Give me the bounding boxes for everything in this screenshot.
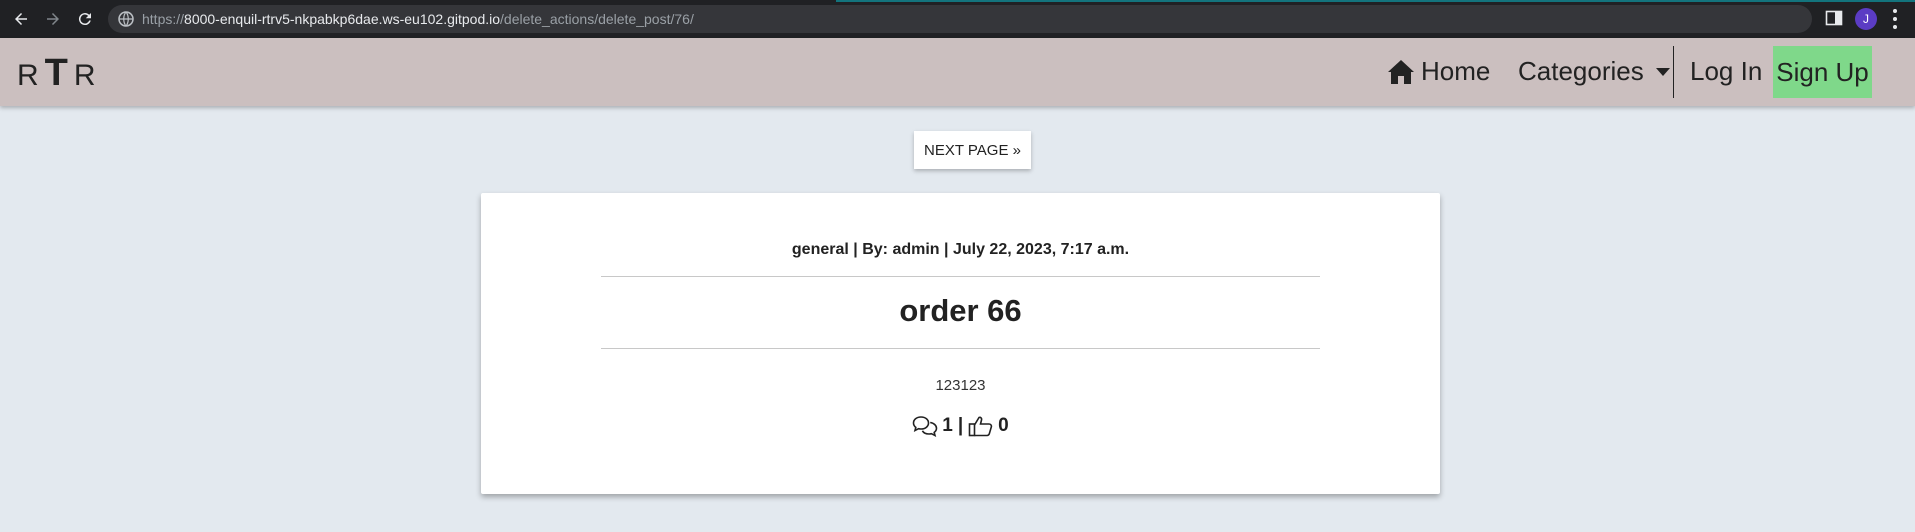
post-card[interactable]: general | By: admin | July 22, 2023, 7:1… [481,193,1440,494]
meta-separator: | [853,241,858,258]
post-title[interactable]: order 66 [481,293,1440,329]
brand-letter-middle: T [44,52,68,94]
post-stats: 1 | 0 [481,415,1440,437]
loading-bar [836,0,1915,2]
nav-categories-label: Categories [1518,56,1644,86]
menu-dots-icon[interactable] [1888,9,1902,29]
forward-arrow-icon [47,13,59,25]
nav-signup-button[interactable]: Sign Up [1773,46,1872,98]
site-navbar: R T R Home Categories Log In Sign Up [0,38,1915,106]
likes-count: 0 [998,415,1009,436]
brand-letter-left: R [17,59,39,92]
chevron-down-icon [1655,67,1670,76]
url-scheme: https:// [142,11,185,27]
back-arrow-icon [15,13,27,25]
nav-home-label: Home [1421,56,1491,86]
back-button[interactable] [9,7,33,31]
comments-icon [912,416,938,437]
stats-separator: | [957,415,964,436]
url-path: /delete_actions/delete_post/76/ [500,11,694,27]
post-date: July 22, 2023, 7:17 a.m. [952,241,1130,258]
nav-categories-dropdown[interactable]: Categories [1518,56,1670,87]
post-author: admin [892,241,940,258]
address-bar[interactable]: https://8000-enquil-rtrv5-nkpabkp6dae.ws… [108,5,1812,33]
post-author-prefix: By: [862,241,888,258]
thumbs-up-icon[interactable] [968,415,994,437]
nav-login-link[interactable]: Log In [1690,56,1762,87]
site-info-icon[interactable] [118,11,134,27]
divider-bottom [601,348,1320,349]
nav-divider [1673,46,1674,98]
divider-top [601,276,1320,277]
browser-toolbar: https://8000-enquil-rtrv5-nkpabkp6dae.ws… [0,0,1915,38]
side-panel-icon[interactable] [1825,9,1843,27]
comments-count: 1 [942,415,953,436]
reload-button[interactable] [73,7,97,31]
forward-button[interactable] [41,7,65,31]
home-icon [1388,59,1414,84]
meta-separator: | [944,241,949,258]
brand-logo[interactable]: R T R [17,52,96,94]
url-host: 8000-enquil-rtrv5-nkpabkp6dae.ws-eu102.g… [184,11,501,27]
brand-letter-right: R [73,59,96,92]
profile-avatar[interactable]: J [1855,8,1877,30]
reload-icon [78,13,91,26]
url-text[interactable]: https://8000-enquil-rtrv5-nkpabkp6dae.ws… [142,11,694,27]
next-page-button[interactable]: NEXT PAGE » [914,131,1031,169]
nav-home-link[interactable]: Home [1387,56,1490,87]
post-content: 123123 [935,377,986,394]
post-meta: general | By: admin | July 22, 2023, 7:1… [481,241,1440,259]
post-category: general [791,241,849,258]
